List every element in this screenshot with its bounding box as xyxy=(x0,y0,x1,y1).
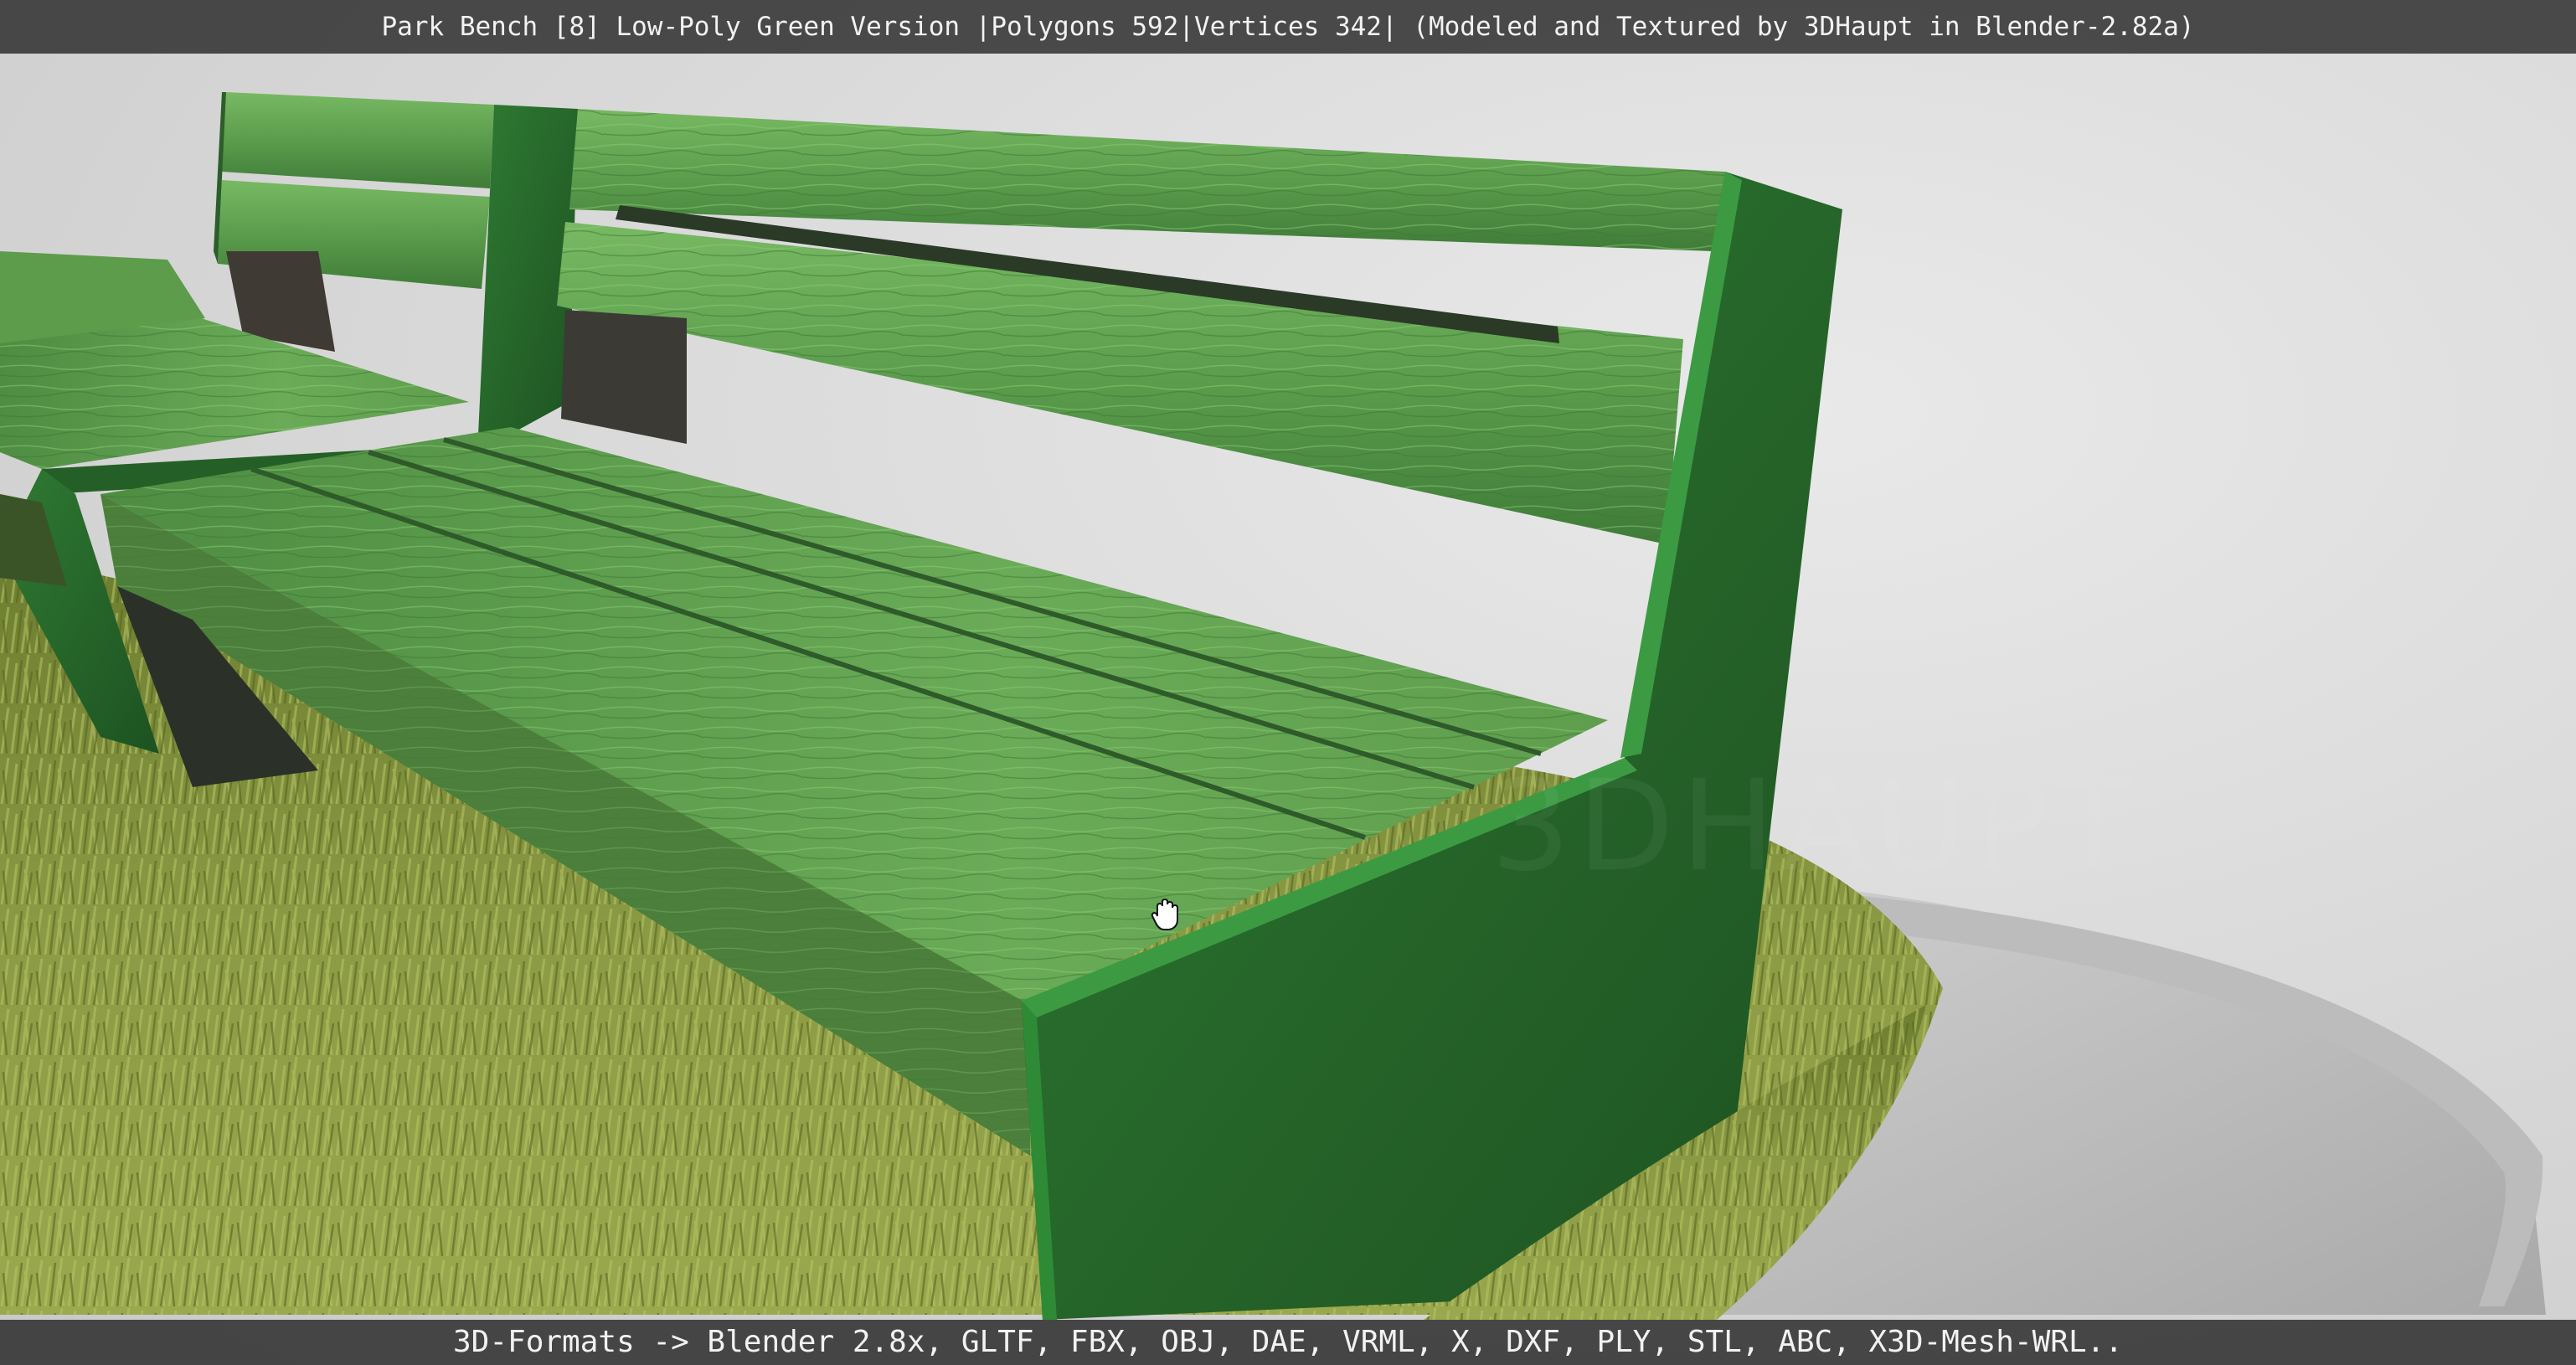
model-viewer[interactable]: 3DHAUPT Park Bench [8] Low-Poly Green Ve… xyxy=(0,0,2576,1365)
model-title-bar: Park Bench [8] Low-Poly Green Version |P… xyxy=(0,0,2576,54)
main-bench-backrest xyxy=(557,109,1725,544)
watermark-text: 3DHAUPT xyxy=(1491,754,2140,899)
formats-info-bar: 3D-Formats -> Blender 2.8x, GLTF, FBX, O… xyxy=(0,1320,2576,1365)
viewport-3d-scene[interactable] xyxy=(0,0,2576,1365)
hand-grab-icon xyxy=(1151,898,1178,930)
